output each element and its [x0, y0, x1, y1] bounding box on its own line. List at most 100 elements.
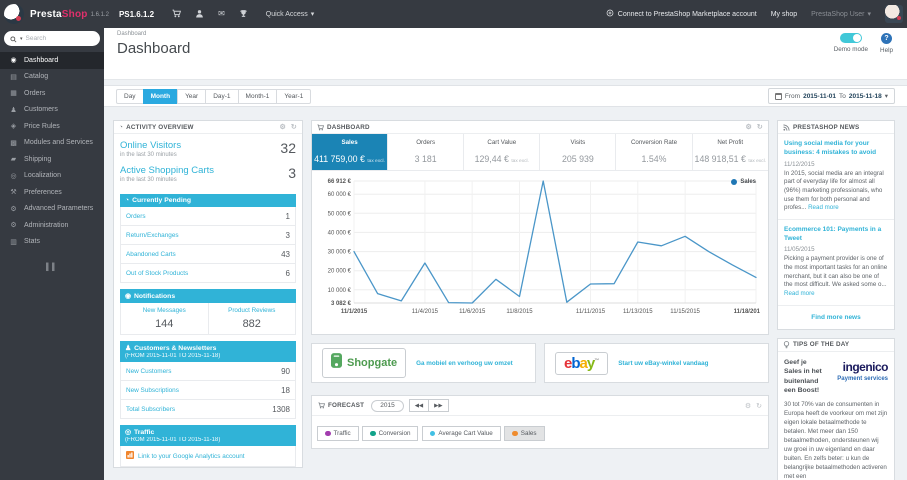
sidebar-item-modules[interactable]: ▩ Modules and Services	[0, 135, 104, 152]
find-more-news-link[interactable]: Find more news	[778, 306, 894, 329]
panel-settings-icon[interactable]: ⚙	[745, 402, 751, 410]
product-reviews-link[interactable]: Product Reviews	[211, 307, 294, 314]
active-carts-value: 3	[288, 165, 296, 181]
forecast-year-button[interactable]: 2015	[371, 399, 404, 412]
credit-card-icon: ▦	[10, 90, 17, 98]
kpi-orders[interactable]: Orders 3 181	[388, 134, 465, 170]
panel-settings-icon[interactable]: ⚙	[745, 123, 751, 131]
shopgate-banner[interactable]: Shopgate Ga mobiel en verhoog uw omzet	[311, 343, 536, 383]
svg-text:60 000 €: 60 000 €	[328, 192, 352, 198]
ebay-link[interactable]: Start uw eBay-winkel vandaag	[618, 360, 708, 367]
search-scope-caret[interactable]: ▾	[20, 36, 23, 42]
read-more-link[interactable]: Read more	[784, 290, 815, 297]
google-analytics-icon	[126, 451, 134, 461]
tab-year[interactable]: Year	[177, 88, 207, 104]
kpi-sales[interactable]: Sales 411 759,00 € tax excl.	[312, 134, 389, 170]
forecast-prev-button[interactable]: ◀◀	[408, 399, 430, 412]
panel-settings-icon[interactable]: ⚙	[279, 123, 285, 131]
puzzle-icon: ▩	[10, 139, 17, 147]
kpi-cart-value[interactable]: Cart Value 129,44 € tax excl.	[464, 134, 541, 170]
legend-dot	[731, 179, 738, 185]
demo-mode-toggle[interactable]	[839, 33, 862, 43]
demo-mode-label: Demo mode	[833, 46, 869, 53]
pending-row-out-of-stock: Out of Stock Products 6	[120, 264, 296, 283]
forecast-toggle-sales[interactable]: Sales	[504, 425, 545, 441]
sidebar-item-advanced-parameters[interactable]: ⚙ Advanced Parameters	[0, 201, 104, 218]
sidebar-item-customers[interactable]: ♟ Customers	[0, 102, 104, 119]
sidebar-item-localization[interactable]: ◎ Localization	[0, 168, 104, 185]
sidebar-item-catalog[interactable]: ▤ Catalog	[0, 69, 104, 86]
user-avatar[interactable]	[885, 5, 903, 23]
news-article: Ecommerce 101: Payments in a Tweet 11/05…	[778, 220, 894, 306]
sidebar-item-preferences[interactable]: ⚒ Preferences	[0, 184, 104, 201]
link-icon	[606, 9, 614, 19]
sidebar: ▾ ◉Dashboard ▤Catalog ▦Orders ♟Customers…	[0, 28, 104, 480]
new-messages-link[interactable]: New Messages	[123, 307, 206, 314]
prestashop-logo[interactable]	[4, 4, 24, 24]
kpi-conversion-rate[interactable]: Conversion Rate 1.54%	[616, 134, 693, 170]
quick-access-menu[interactable]: Quick Access ▾	[266, 10, 315, 19]
sidebar-item-orders[interactable]: ▦ Orders	[0, 85, 104, 102]
panel-refresh-icon[interactable]: ↻	[756, 402, 762, 410]
sidebar-item-dashboard[interactable]: ◉ Dashboard	[0, 52, 104, 69]
tab-year-1[interactable]: Year-1	[276, 88, 312, 104]
breadcrumb[interactable]: Dashboard	[117, 31, 907, 37]
product-reviews-cell: Product Reviews 882	[207, 303, 296, 334]
tab-day-1[interactable]: Day-1	[205, 88, 239, 104]
active-carts-metric: Active Shopping Carts in the last 30 min…	[120, 165, 296, 183]
tab-month[interactable]: Month	[142, 88, 179, 104]
sidebar-item-administration[interactable]: ⚙ Administration	[0, 217, 104, 234]
collapse-menu-icon[interactable]: ▌▌	[0, 264, 104, 271]
forecast-legend: Traffic Conversion Average Cart Value Sa…	[312, 416, 768, 448]
svg-text:11/8/2015: 11/8/2015	[506, 309, 533, 315]
mail-icon[interactable]: ✉	[218, 10, 225, 18]
user-icon[interactable]	[195, 9, 204, 20]
pending-row-abandoned-carts: Abandoned Carts 43	[120, 245, 296, 264]
news-article-title[interactable]: Using social media for your business: 4 …	[784, 140, 888, 158]
google-analytics-link[interactable]: Link to your Google Analytics account	[120, 446, 296, 467]
search-input[interactable]	[25, 35, 84, 42]
active-carts-link[interactable]: Active Shopping Carts	[120, 165, 214, 176]
globe-icon: ◎	[10, 172, 17, 180]
tab-month-1[interactable]: Month-1	[237, 88, 278, 104]
panel-refresh-icon[interactable]: ↻	[291, 123, 297, 131]
forecast-toggle-conversion[interactable]: Conversion	[362, 425, 419, 441]
help-icon[interactable]: ?	[881, 33, 893, 44]
sidebar-item-shipping[interactable]: ▰ Shipping	[0, 151, 104, 168]
marketplace-link[interactable]: Connect to PrestaShop Marketplace accoun…	[606, 9, 757, 19]
tip-content[interactable]: ingenico Payment services Geef je Sales …	[778, 352, 894, 480]
svg-text:11/15/2015: 11/15/2015	[670, 309, 700, 315]
kpi-net-profit[interactable]: Net Profit 148 918,51 € tax excl.	[693, 134, 768, 170]
gauge-icon: ◉	[10, 57, 17, 65]
sales-chart-area: Sales 66 912 € 60 000 € 50 000 € 40 000 € 30…	[312, 171, 768, 334]
sidebar-item-stats[interactable]: ▥ Stats	[0, 234, 104, 251]
news-article-title[interactable]: Ecommerce 101: Payments in a Tweet	[784, 226, 888, 244]
search-icon	[10, 30, 17, 48]
sidebar-search[interactable]: ▾	[4, 31, 100, 46]
average-cart-value-dot-icon	[429, 430, 436, 436]
date-range-picker[interactable]: From 2015-11-01 To 2015-11-18 ▾	[767, 88, 895, 104]
forecast-next-button[interactable]: ▶▶	[428, 399, 449, 412]
page-header: Dashboard Dashboard Demo mode ? Help	[104, 28, 907, 80]
chevron-down-icon: ▾	[310, 11, 315, 18]
my-shop-link[interactable]: My shop	[771, 11, 797, 18]
shop-name[interactable]: PS1.6.1.2	[119, 10, 154, 19]
cart-icon[interactable]	[172, 9, 182, 20]
read-more-link[interactable]: Read more	[808, 204, 839, 211]
ebay-banner[interactable]: ebay™ Start uw eBay-winkel vandaag	[544, 343, 769, 383]
kpi-visits[interactable]: Visits 205 939	[540, 134, 617, 170]
shopgate-link[interactable]: Ga mobiel en verhoog uw omzet	[416, 360, 513, 367]
panel-refresh-icon[interactable]: ↻	[757, 123, 763, 131]
tag-icon: ◈	[10, 123, 17, 131]
forecast-toggle-average-cart-value[interactable]: Average Cart Value	[421, 425, 501, 441]
online-visitors-link[interactable]: Online Visitors	[120, 140, 181, 151]
svg-text:11/13/2015: 11/13/2015	[623, 309, 653, 315]
sidebar-item-price-rules[interactable]: ◈ Price Rules	[0, 118, 104, 135]
user-menu[interactable]: PrestaShop User ▾	[811, 10, 871, 19]
tab-day[interactable]: Day	[116, 88, 144, 104]
svg-text:11/18/201: 11/18/201	[734, 309, 761, 315]
forecast-toggle-traffic[interactable]: Traffic	[317, 425, 359, 441]
traffic-dot-icon	[325, 430, 331, 436]
trophy-icon[interactable]	[239, 9, 248, 20]
version-label: 1.6.1.2	[90, 12, 109, 18]
